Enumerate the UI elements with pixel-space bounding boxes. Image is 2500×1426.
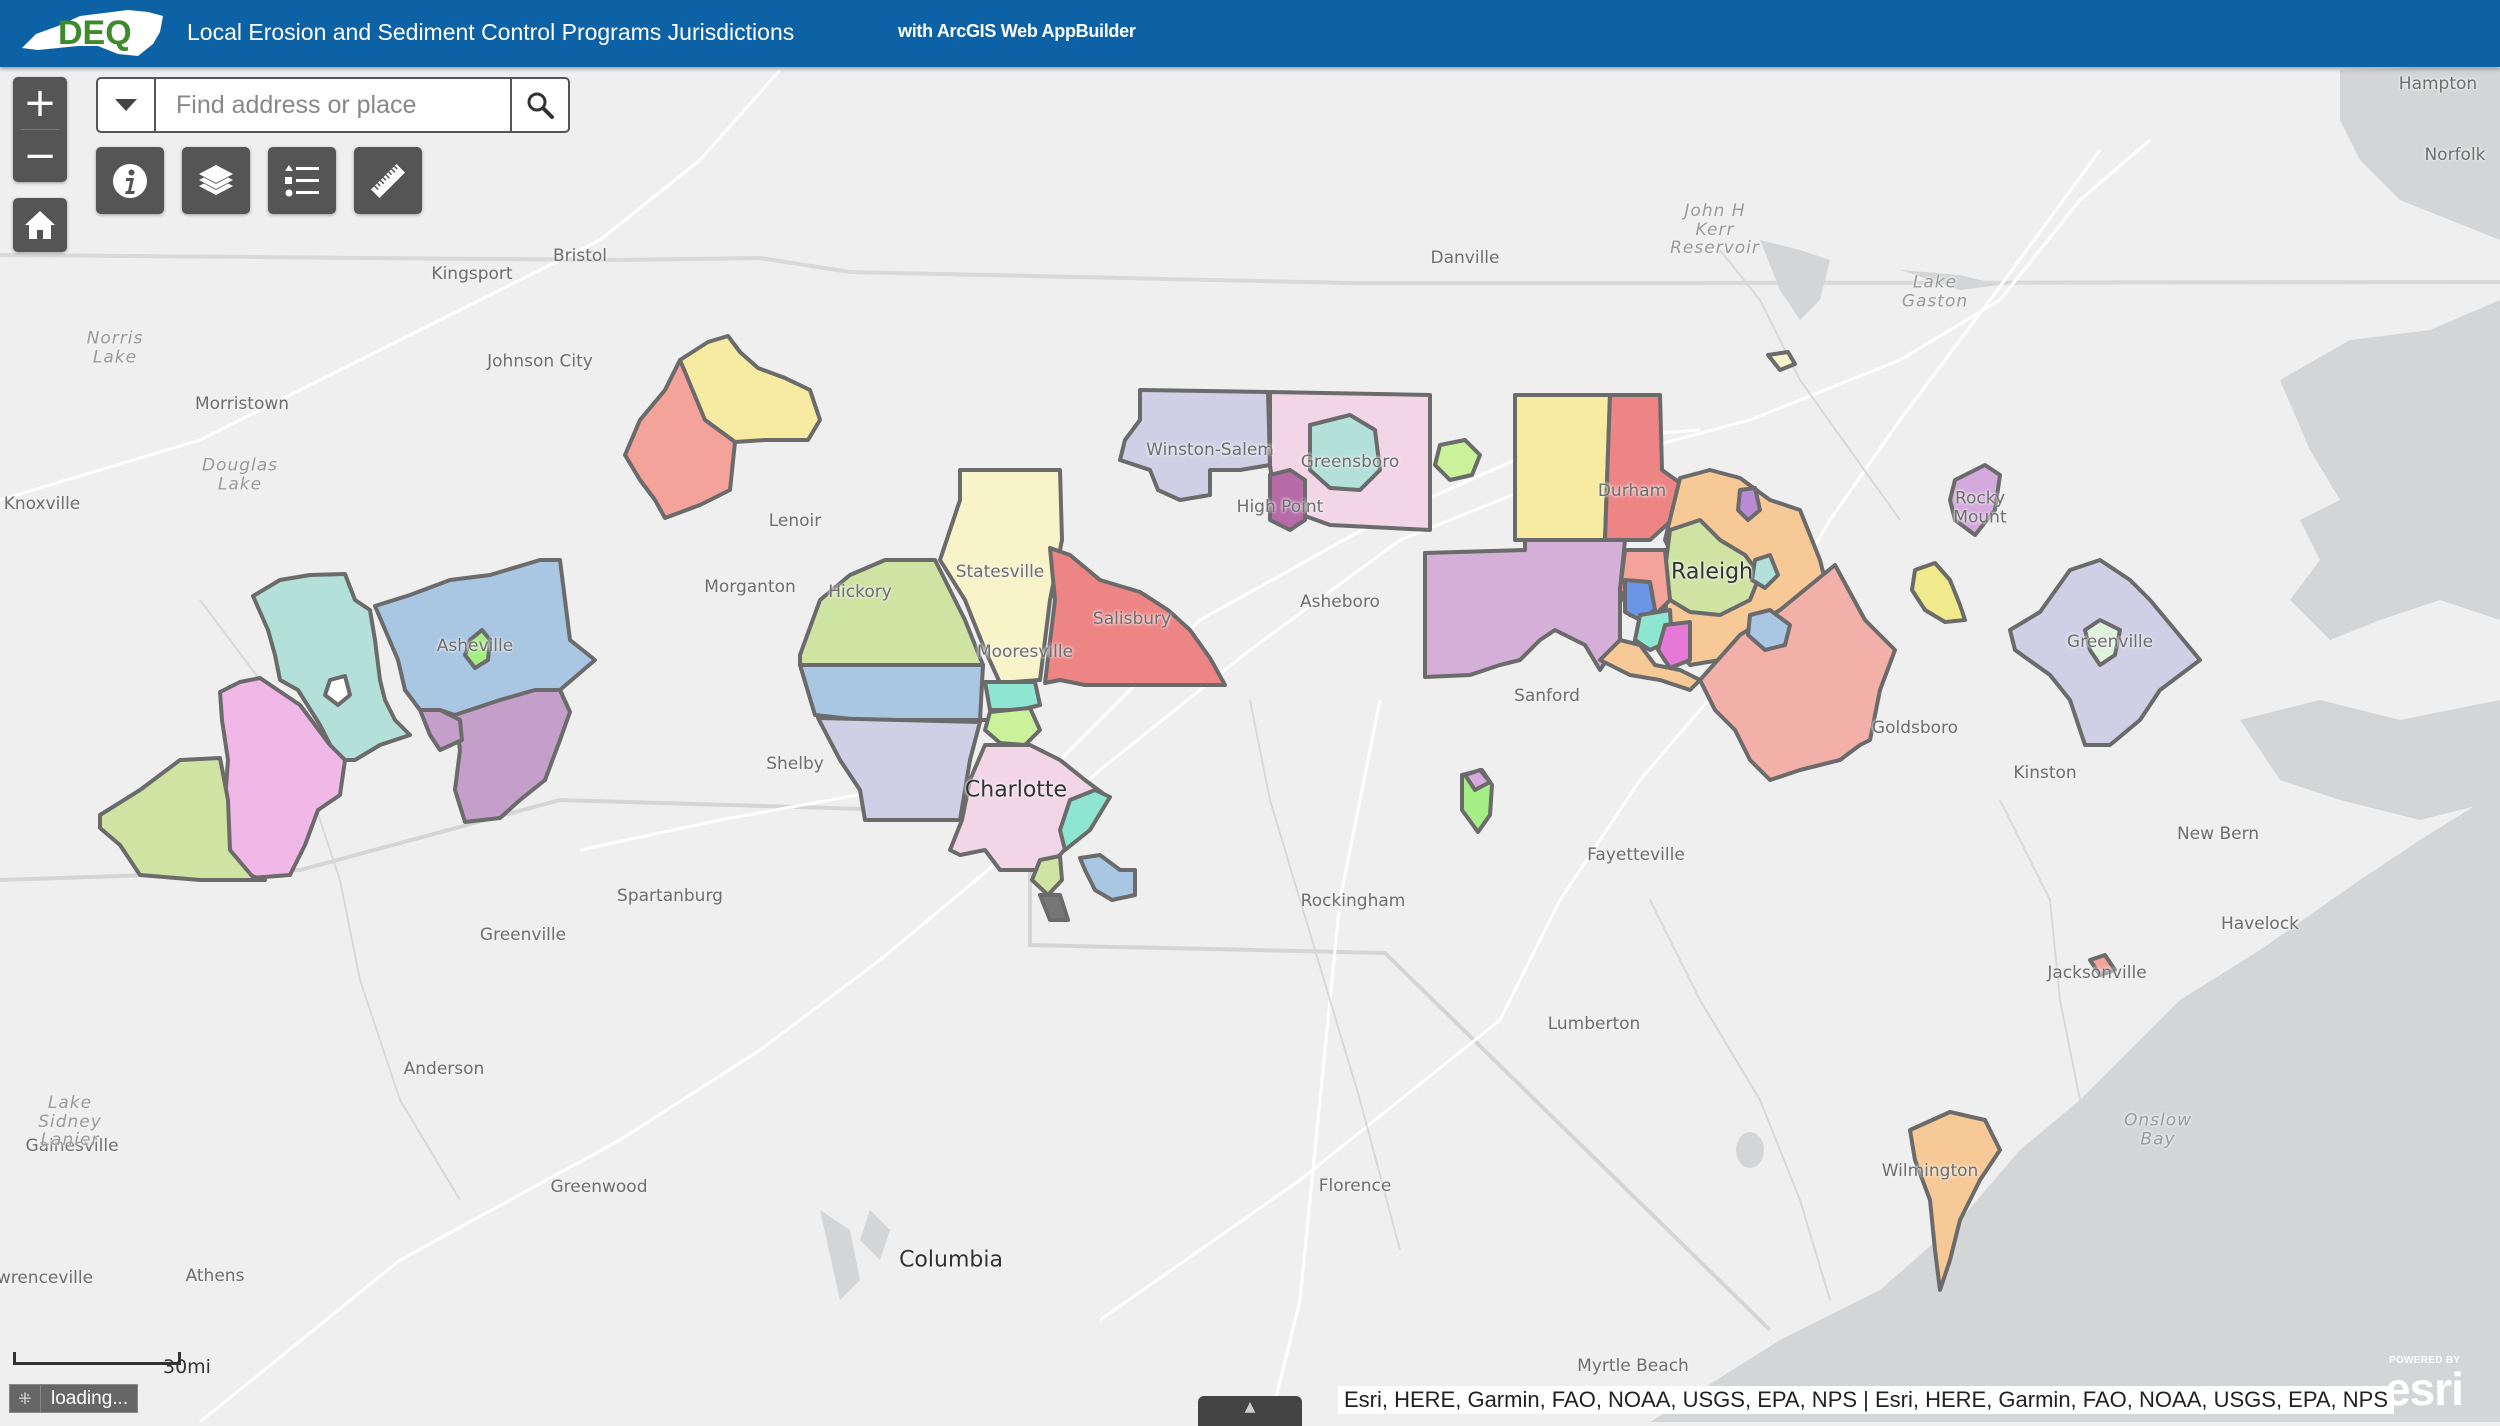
scale-bar-label: 30mi [163, 1356, 211, 1378]
home-icon [25, 211, 55, 239]
jurisdiction-monroe [1078, 853, 1137, 902]
search-widget [96, 77, 570, 133]
jurisdiction-wake-forest [1736, 486, 1762, 522]
jurisdiction-layer [98, 334, 2202, 1292]
crosshair-icon: ⁜ [10, 1385, 41, 1412]
info-icon [113, 163, 147, 198]
lake-wylie [820, 1210, 860, 1300]
jurisdiction-cornelius [983, 706, 1042, 747]
esri-brand-text: esri [2385, 1363, 2464, 1415]
map-attribution: Esri, HERE, Garmin, FAO, NOAA, USGS, EPA… [1338, 1386, 2395, 1414]
app-header: DEQ Local Erosion and Sediment Control P… [0, 0, 2500, 67]
caret-down-icon [115, 99, 137, 111]
lake-murray [860, 1210, 890, 1260]
jurisdiction-fuquay [1656, 620, 1692, 670]
jurisdiction-henderson-city [1766, 350, 1797, 372]
chesapeake-bay [2340, 68, 2500, 240]
about-button[interactable] [96, 147, 164, 214]
zoom-control: + − [13, 77, 67, 182]
jurisdiction-jacksonville [2088, 953, 2117, 977]
jurisdiction-wilson [1910, 561, 1967, 624]
kerr-reservoir [1760, 240, 1830, 320]
home-button[interactable] [13, 198, 67, 252]
jurisdiction-rocky-mount [1948, 463, 2002, 537]
search-button[interactable] [510, 79, 568, 131]
scale-bar [13, 1352, 181, 1365]
legend-list-icon [285, 164, 319, 196]
ruler-icon [371, 163, 405, 198]
atlantic-ocean [1650, 790, 2500, 1422]
va-nc-state-line [0, 253, 2500, 285]
search-source-dropdown[interactable] [98, 79, 156, 131]
jurisdiction-chatham [1423, 538, 1627, 679]
jurisdiction-high-point [1268, 468, 1307, 532]
jurisdiction-burlington [1433, 438, 1482, 482]
coordinate-widget[interactable]: ⁜ loading... [9, 1384, 139, 1413]
zoom-out-button[interactable]: − [13, 130, 67, 182]
map-view[interactable]: Hampton Norfolk Bristol Kingsport Danvil… [0, 67, 2500, 1422]
zoom-in-button[interactable]: + [13, 77, 67, 129]
measurement-button[interactable] [354, 147, 422, 214]
jurisdiction-orange [1513, 393, 1612, 542]
layer-list-button[interactable] [182, 147, 250, 214]
jurisdiction-greensboro [1308, 413, 1382, 492]
legend-button[interactable] [268, 147, 336, 214]
jurisdiction-forsyth [1118, 388, 1272, 502]
esri-logo[interactable]: POWERED BY esri [2385, 1352, 2485, 1415]
pamlico-sound [2240, 700, 2500, 820]
jurisdiction-mooresville [983, 680, 1042, 712]
jurisdiction-henderson-west [418, 708, 464, 752]
logo-text: DEQ [58, 14, 132, 52]
app-subtitle: with ArcGIS Web AppBuilder [898, 21, 1136, 41]
deq-logo[interactable]: DEQ [18, 4, 168, 62]
lake-gaston [1900, 270, 2000, 290]
jurisdiction-indian-trail [1038, 893, 1070, 922]
loading-text: loading... [51, 1387, 129, 1409]
jurisdiction-gaston [816, 716, 982, 822]
caret-up-icon: ▲ [1244, 1399, 1256, 1415]
jurisdiction-lincoln [798, 663, 992, 722]
jurisdiction-rowan [1043, 546, 1227, 687]
search-icon [527, 92, 554, 119]
search-input[interactable] [156, 79, 510, 131]
layers-icon [199, 164, 233, 195]
basemap[interactable] [0, 67, 2500, 1422]
app-title: Local Erosion and Sediment Control Progr… [187, 19, 795, 45]
